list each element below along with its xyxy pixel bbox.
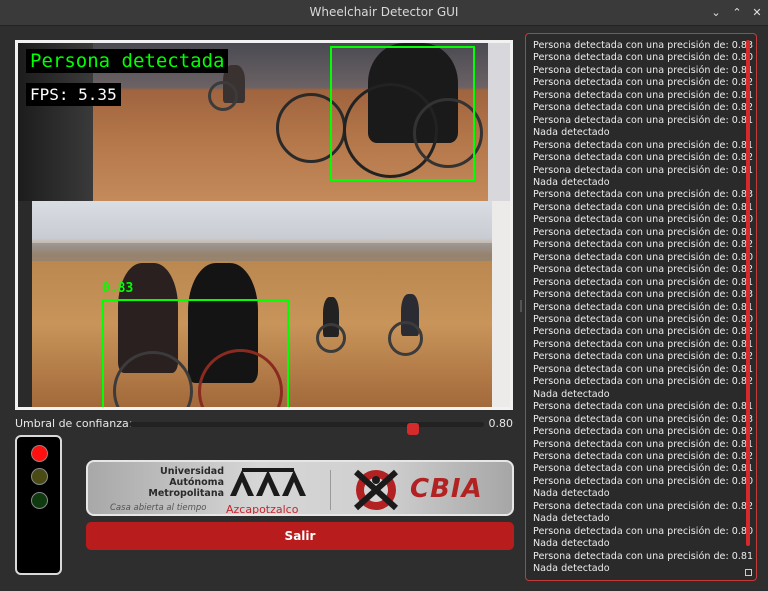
log-entry: Persona detectada con una precisión de: … [533, 426, 754, 438]
green-light-icon [31, 492, 48, 509]
log-entry: Persona detectada con una precisión de: … [533, 438, 754, 450]
cbia-logo-icon [353, 469, 399, 511]
log-entry: Persona detectada con una precisión de: … [533, 413, 754, 425]
maximize-icon[interactable]: ⌃ [728, 4, 746, 22]
log-scrollbar[interactable] [746, 40, 750, 546]
log-entry: Persona detectada con una precisión de: … [533, 139, 754, 151]
log-entry: Persona detectada con una precisión de: … [533, 351, 754, 363]
log-entry: Persona detectada con una precisión de: … [533, 313, 754, 325]
log-entry: Persona detectada con una precisión de: … [533, 239, 754, 251]
log-entry: Persona detectada con una precisión de: … [533, 264, 754, 276]
log-entry: Persona detectada con una precisión de: … [533, 363, 754, 375]
exit-button[interactable]: Salir [86, 522, 514, 550]
app-window: Wheelchair Detector GUI ⌄ ⌃ ✕ Persona de… [0, 0, 768, 591]
log-entry: Persona detectada con una precisión de: … [533, 40, 754, 51]
log-entry: Nada detectado [533, 488, 610, 500]
log-entry: Nada detectado [533, 513, 610, 525]
log-entry: Persona detectada con una precisión de: … [533, 338, 754, 350]
log-entry: Persona detectada con una precisión de: … [533, 525, 754, 537]
log-entry: Nada detectado [533, 388, 610, 400]
log-entry: Persona detectada con una precisión de: … [533, 463, 754, 475]
red-light-icon [31, 445, 48, 462]
window-title: Wheelchair Detector GUI [309, 5, 459, 19]
log-entry: Persona detectada con una precisión de: … [533, 450, 754, 462]
log-entry: Persona detectada con una precisión de: … [533, 376, 754, 388]
log-entry: Persona detectada con una precisión de: … [533, 500, 754, 512]
fps-readout: FPS: 5.35 [26, 83, 121, 106]
log-entry: Persona detectada con una precisión de: … [533, 550, 754, 562]
confidence-threshold: Umbral de confianza: 0.80 [15, 416, 514, 435]
camera-feed: Persona detectada FPS: 5.35 0.83 [15, 40, 513, 410]
threshold-value: 0.80 [488, 417, 514, 430]
threshold-slider[interactable] [129, 422, 484, 435]
camera-frame-top: Persona detectada FPS: 5.35 [18, 43, 510, 201]
minimize-icon[interactable]: ⌄ [707, 4, 725, 22]
resize-grip-icon[interactable] [745, 569, 752, 576]
log-entry: Persona detectada con una precisión de: … [533, 77, 754, 89]
log-entry: Nada detectado [533, 538, 610, 550]
uam-tagline: Casa abierta al tiempo [110, 503, 207, 513]
log-entry: Persona detectada con una precisión de: … [533, 226, 754, 238]
slider-handle[interactable] [407, 423, 419, 435]
uam-logo-icon [230, 468, 306, 496]
cbia-text: CBIA [410, 474, 483, 504]
close-icon[interactable]: ✕ [748, 4, 766, 22]
detection-box [102, 299, 289, 407]
title-bar[interactable]: Wheelchair Detector GUI ⌄ ⌃ ✕ [0, 0, 768, 26]
splitter-handle[interactable] [520, 300, 522, 312]
log-entry: Persona detectada con una precisión de: … [533, 251, 754, 263]
log-entry: Persona detectada con una precisión de: … [533, 301, 754, 313]
camera-frame-bottom: 0.83 [18, 201, 510, 407]
traffic-light [15, 435, 62, 575]
log-entry: Persona detectada con una precisión de: … [533, 89, 754, 101]
log-entry: Persona detectada con una precisión de: … [533, 189, 754, 201]
overlay-status-text: Persona detectada [26, 49, 229, 73]
uam-name: Universidad Autónoma Metropolitana [148, 466, 224, 499]
detection-score: 0.83 [102, 281, 134, 296]
log-list: Persona detectada con una precisión de: … [533, 40, 754, 575]
log-entry: Persona detectada con una precisión de: … [533, 64, 754, 76]
log-entry: Persona detectada con una precisión de: … [533, 326, 754, 338]
log-entry: Persona detectada con una precisión de: … [533, 114, 754, 126]
log-entry: Nada detectado [533, 127, 610, 139]
log-entry: Persona detectada con una precisión de: … [533, 214, 754, 226]
log-entry: Persona detectada con una precisión de: … [533, 102, 754, 114]
log-entry: Nada detectado [533, 563, 610, 575]
threshold-label: Umbral de confianza: [15, 417, 133, 430]
detection-box [330, 46, 475, 181]
log-entry: Persona detectada con una precisión de: … [533, 201, 754, 213]
yellow-light-icon [31, 468, 48, 485]
log-entry: Persona detectada con una precisión de: … [533, 276, 754, 288]
log-entry: Persona detectada con una precisión de: … [533, 289, 754, 301]
detection-log[interactable]: Persona detectada con una precisión de: … [525, 33, 757, 581]
log-entry: Persona detectada con una precisión de: … [533, 401, 754, 413]
log-entry: Persona detectada con una precisión de: … [533, 164, 754, 176]
log-entry: Persona detectada con una precisión de: … [533, 52, 754, 64]
log-entry: Persona detectada con una precisión de: … [533, 152, 754, 164]
log-entry: Persona detectada con una precisión de: … [533, 475, 754, 487]
uam-campus: Azcapotzalco [226, 503, 299, 516]
logo-banner: Universidad Autónoma Metropolitana Casa … [86, 460, 514, 516]
log-entry: Nada detectado [533, 176, 610, 188]
